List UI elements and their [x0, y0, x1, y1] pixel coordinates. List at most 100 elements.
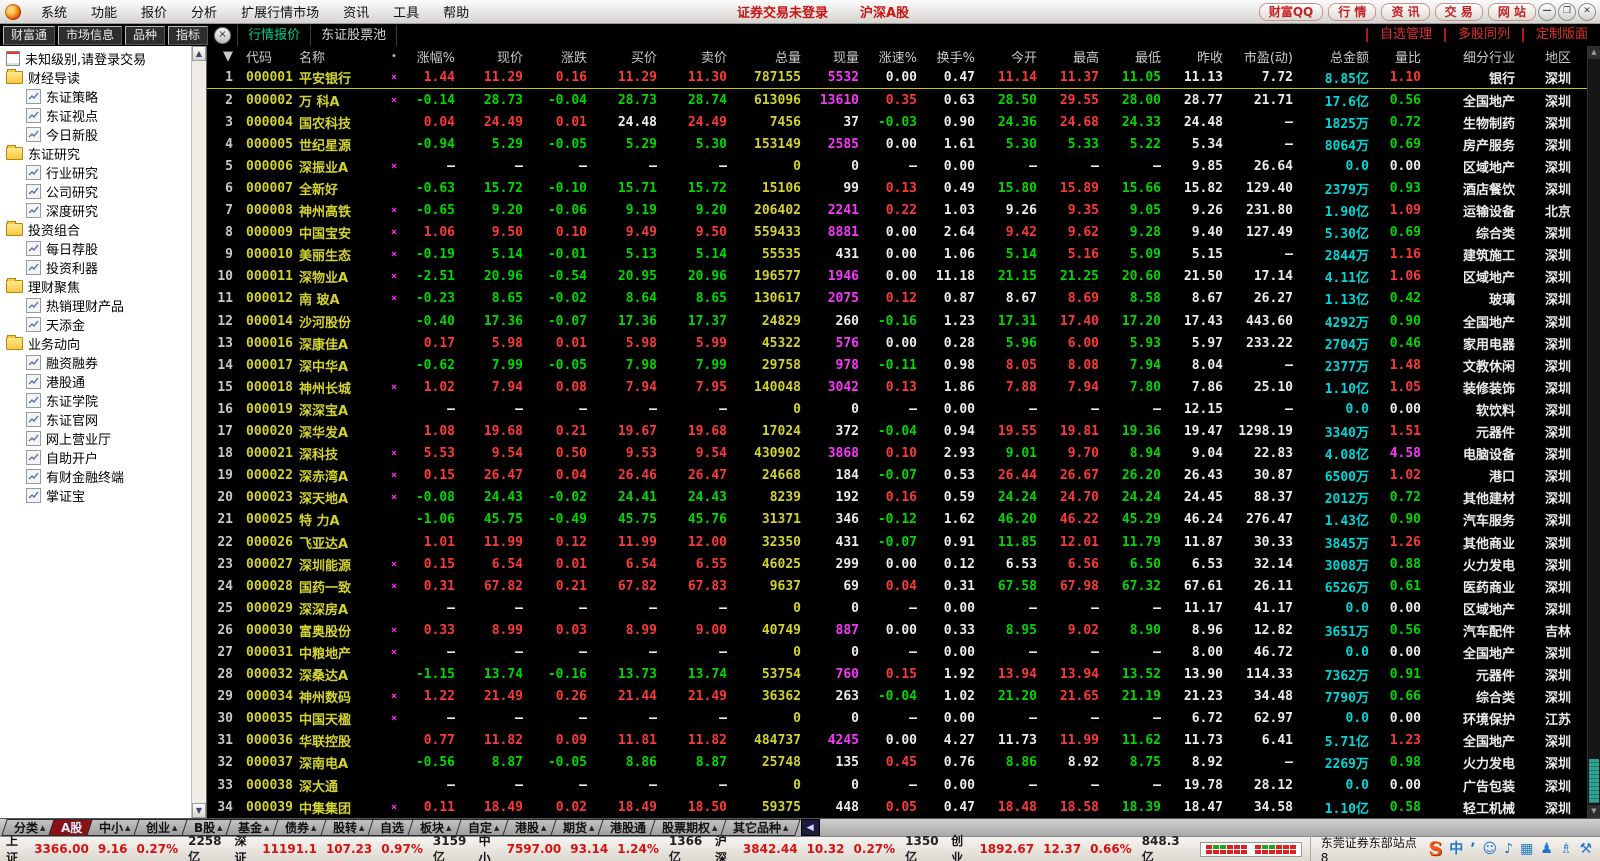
- sidebar-item[interactable]: 天添金: [2, 315, 206, 334]
- voice-input-icon[interactable]: ♪: [1504, 842, 1513, 856]
- column-header-change[interactable]: 涨跌: [533, 47, 597, 66]
- table-row[interactable]: 20 000023 深天地A × -0.08 24.43 -0.02 24.41 24.43 82…: [207, 487, 1587, 509]
- view-link[interactable]: 自选管理: [1365, 28, 1444, 42]
- workspace-tab[interactable]: 财富通: [3, 25, 56, 45]
- menu-item[interactable]: 功能: [79, 2, 129, 21]
- column-header-region[interactable]: 地区: [1525, 47, 1581, 66]
- emoji-icon[interactable]: ☺: [1483, 842, 1498, 856]
- table-row[interactable]: 27 000031 中粮地产 × – – – – – 0 0 – 0.00 – – – 8.00 46.72 0.0…: [207, 641, 1587, 663]
- table-row[interactable]: 18 000021 深科技 × 5.53 9.54 0.50 9.53 9.54 430902 38…: [207, 443, 1587, 465]
- market-tab-其它品种[interactable]: 其它品种 ▲: [720, 819, 802, 836]
- scrollbar-thumb[interactable]: [1589, 759, 1599, 803]
- sogou-logo-icon[interactable]: S: [1428, 840, 1442, 859]
- sidebar-item[interactable]: 热销理财产品: [2, 296, 206, 315]
- table-row[interactable]: 13 000016 深康佳A 0.17 5.98 0.01 5.98 5.99 45322 576…: [207, 332, 1587, 354]
- workspace-tab[interactable]: 指标: [168, 25, 209, 45]
- sidebar-item[interactable]: 网上营业厅: [2, 429, 206, 448]
- table-row[interactable]: 34 000039 中集集团 × 0.11 18.49 0.02 18.49 18.50 5937…: [207, 796, 1587, 818]
- sidebar-item[interactable]: 业务动向: [2, 334, 206, 353]
- quickbar-button[interactable]: 网 站: [1487, 2, 1536, 21]
- scroll-down-icon[interactable]: ▼: [1588, 805, 1600, 818]
- table-row[interactable]: 22 000026 飞亚达A 1.01 11.99 0.12 11.99 12.00 32350…: [207, 531, 1587, 553]
- column-header-low[interactable]: 最低: [1109, 47, 1171, 66]
- toolbox-icon[interactable]: ⚒: [1579, 842, 1592, 856]
- column-header-stock-name[interactable]: 名称: [299, 47, 387, 66]
- workspace-tab[interactable]: 市场信息: [58, 25, 123, 45]
- sidebar-item[interactable]: 掌证宝: [2, 486, 206, 505]
- close-button[interactable]: ✕: [1578, 2, 1596, 21]
- table-row[interactable]: 6 000007 全新好 -0.63 15.72 -0.10 15.71 15.72 15106…: [207, 177, 1587, 199]
- table-row[interactable]: 28 000032 深桑达A -1.15 13.74 -0.16 13.73 13.74 537…: [207, 664, 1587, 686]
- table-row[interactable]: 17 000020 深华发A 1.08 19.68 0.21 19.67 19.68 17024…: [207, 421, 1587, 443]
- scroll-down-icon[interactable]: ▼: [192, 803, 206, 818]
- index-quote[interactable]: 沪深 3842.44 10.32 0.27% 1350亿: [715, 832, 941, 861]
- table-row[interactable]: 21 000025 特 力A -1.06 45.75 -0.49 45.75 45.76 313…: [207, 509, 1587, 531]
- ime-language-icon[interactable]: 中: [1449, 842, 1463, 856]
- sidebar-item[interactable]: 未知级别,请登录交易: [2, 49, 206, 68]
- index-quote[interactable]: 创业 1892.67 12.37 0.66% 848.3亿: [951, 832, 1182, 861]
- column-header-volume-ratio[interactable]: 量比: [1379, 47, 1431, 66]
- table-row[interactable]: 1 000001 平安银行 × 1.44 11.29 0.16 11.29 11.30 78715…: [207, 66, 1587, 90]
- table-row[interactable]: 2 000002 万 科A × -0.14 28.73 -0.04 28.73 28.74 613…: [207, 89, 1587, 111]
- column-header-stock-code[interactable]: 代码: [241, 47, 299, 66]
- column-header-high[interactable]: 最高: [1047, 47, 1109, 66]
- menu-item[interactable]: 工具: [381, 2, 431, 21]
- sidebar-item[interactable]: 有财金融终端: [2, 467, 206, 486]
- user-account-icon[interactable]: ♟: [1540, 842, 1553, 856]
- sidebar-item[interactable]: 今日新股: [2, 125, 206, 144]
- column-header-current-volume[interactable]: 现量: [811, 47, 869, 66]
- column-header-open[interactable]: 今开: [985, 47, 1047, 66]
- table-row[interactable]: 25 000029 深深房A – – – – – 0 0 – 0.00 – – – 11.17 41.17 0.0…: [207, 597, 1587, 619]
- table-row[interactable]: 3 000004 国农科技 0.04 24.49 0.01 24.48 24.49 7456 37…: [207, 111, 1587, 133]
- table-row[interactable]: 30 000035 中国天楹 × – – – – – 0 0 – 0.00 – – – 6.72 62.97 0.0…: [207, 708, 1587, 730]
- sidebar-item[interactable]: 财经导读: [2, 68, 206, 87]
- table-row[interactable]: 33 000038 深大通 – – – – –0 0–0.00– – –19.78 28.12 0.0 0…: [207, 774, 1587, 796]
- ime-punctuation-icon[interactable]: ’: [1470, 842, 1475, 856]
- table-row[interactable]: 10 000011 深物业A × -2.51 20.96 -0.54 20.95 20.96 19…: [207, 266, 1587, 288]
- view-link[interactable]: 多股同列: [1443, 28, 1522, 42]
- sidebar-item[interactable]: 港股通: [2, 372, 206, 391]
- menu-item[interactable]: 帮助: [431, 2, 481, 21]
- column-header-prev-close[interactable]: 昨收: [1171, 47, 1233, 66]
- sidebar-item[interactable]: 自助开户: [2, 448, 206, 467]
- column-header-ask-price[interactable]: 卖价: [667, 47, 737, 66]
- table-row[interactable]: 7 000008 神州高铁 × -0.65 9.20 -0.06 9.19 9.20 206402…: [207, 200, 1587, 222]
- column-header-industry[interactable]: 细分行业: [1431, 47, 1525, 66]
- table-row[interactable]: 12 000014 沙河股份 -0.40 17.36 -0.07 17.36 17.37 248…: [207, 310, 1587, 332]
- workspace-tab[interactable]: 品种: [125, 25, 166, 45]
- restore-button[interactable]: ❐: [1558, 2, 1576, 21]
- page-tab[interactable]: 行情报价: [237, 24, 312, 46]
- table-row[interactable]: 16 000019 深深宝A – – – – – 0 0 – 0.00 – – – 12.15 – 0.0 0.00…: [207, 398, 1587, 420]
- table-row[interactable]: 8 000009 中国宝安 × 1.06 9.50 0.10 9.49 9.50 559433 88…: [207, 222, 1587, 244]
- menu-item[interactable]: 报价: [129, 2, 179, 21]
- table-row[interactable]: 19 000022 深赤湾A × 0.15 26.47 0.04 26.46 26.47 2466…: [207, 465, 1587, 487]
- index-quote[interactable]: 上证 3366.00 9.16 0.27% 2258亿: [6, 832, 224, 861]
- sidebar-item[interactable]: 东证官网: [2, 410, 206, 429]
- quickbar-button[interactable]: 财富QQ: [1258, 2, 1324, 21]
- table-row[interactable]: 11 000012 南 玻A × -0.23 8.65 -0.02 8.64 8.65 13061…: [207, 288, 1587, 310]
- menu-item[interactable]: 系统: [29, 2, 79, 21]
- sidebar-item[interactable]: 东证学院: [2, 391, 206, 410]
- minimize-button[interactable]: —: [1538, 2, 1556, 21]
- close-panel-icon[interactable]: ×: [214, 26, 232, 44]
- table-row[interactable]: 23 000027 深圳能源 × 0.15 6.54 0.01 6.54 6.55 46025 29…: [207, 553, 1587, 575]
- sidebar-item[interactable]: 投资利器: [2, 258, 206, 277]
- quickbar-button[interactable]: 行 情: [1328, 2, 1377, 21]
- page-tab[interactable]: 东证股票池: [311, 24, 398, 46]
- scroll-up-icon[interactable]: ▲: [1588, 46, 1600, 59]
- sidebar-item[interactable]: 公司研究: [2, 182, 206, 201]
- sidebar-item[interactable]: 投资组合: [2, 220, 206, 239]
- table-row[interactable]: 15 000018 神州长城 × 1.02 7.94 0.08 7.94 7.95 140048 3…: [207, 376, 1587, 398]
- menu-item[interactable]: 扩展行情市场: [229, 2, 331, 21]
- column-header-speed-pct[interactable]: 涨速%: [869, 47, 927, 66]
- column-header-marker-icon[interactable]: •: [387, 51, 401, 62]
- menu-item[interactable]: 分析: [179, 2, 229, 21]
- column-header-turnover-pct[interactable]: 换手%: [927, 47, 985, 66]
- table-row[interactable]: 26 000030 富奥股份 × 0.33 8.99 0.03 8.99 9.00 40749 88…: [207, 619, 1587, 641]
- menu-item[interactable]: 资讯: [331, 2, 381, 21]
- table-row[interactable]: 9 000010 美丽生态 × -0.19 5.14 -0.01 5.13 5.14 55535 4…: [207, 244, 1587, 266]
- table-scrollbar[interactable]: ▲ ▼: [1587, 46, 1600, 818]
- column-header-change-pct[interactable]: 涨幅%: [401, 47, 465, 66]
- skin-icon[interactable]: ♗: [1560, 842, 1573, 856]
- column-header-pe-ratio[interactable]: 市盈(动): [1233, 47, 1303, 66]
